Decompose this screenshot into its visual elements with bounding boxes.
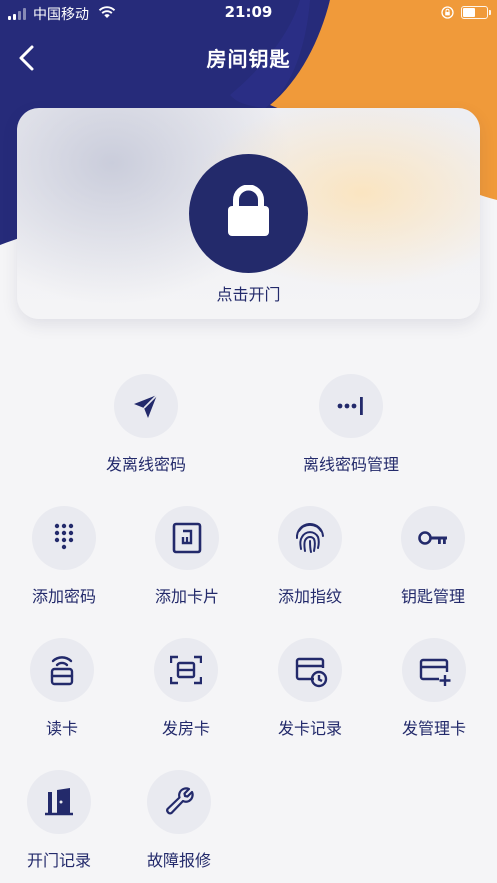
issue-card-records-label: 发卡记录	[277, 719, 342, 738]
door-icon	[45, 788, 73, 816]
page-title: 房间钥匙	[206, 47, 291, 71]
open-door-records-label: 开门记录	[26, 851, 91, 870]
issue-card-records-button[interactable]: 发卡记录	[255, 638, 365, 739]
lock-icon	[228, 185, 269, 236]
issue-room-card-button[interactable]: 发房卡	[131, 638, 241, 739]
card-history-icon	[295, 657, 328, 688]
rotation-lock-icon	[441, 6, 454, 19]
fingerprint-icon	[295, 523, 324, 553]
password-dots-icon	[337, 397, 363, 415]
card-add-icon	[419, 658, 451, 686]
status-bar: 中国移动 21:09	[0, 0, 497, 26]
offline-password-manage-label: 离线密码管理	[302, 455, 399, 474]
battery-level	[463, 8, 476, 17]
card-reader-icon	[50, 656, 74, 686]
issue-room-card-label: 发房卡	[161, 719, 210, 738]
scan-card-icon	[170, 655, 202, 685]
offline-password-manage-button[interactable]: 离线密码管理	[296, 374, 406, 475]
send-offline-password-button[interactable]: 发离线密码	[91, 374, 201, 475]
clock: 21:09	[224, 3, 273, 21]
send-offline-password-label: 发离线密码	[105, 455, 186, 474]
unlock-card: 点击开门	[17, 108, 480, 319]
add-password-button[interactable]: 添加密码	[9, 506, 119, 607]
add-fingerprint-button[interactable]: 添加指纹	[255, 506, 365, 607]
fault-repair-label: 故障报修	[146, 851, 211, 870]
fault-repair-button[interactable]: 故障报修	[124, 770, 234, 871]
keypad-icon	[54, 523, 74, 550]
open-door-records-button[interactable]: 开门记录	[4, 770, 114, 871]
issue-manage-card-label: 发管理卡	[401, 719, 466, 738]
read-card-label: 读卡	[45, 719, 78, 738]
add-password-label: 添加密码	[31, 587, 96, 606]
add-card-button[interactable]: 添加卡片	[132, 506, 242, 607]
add-card-label: 添加卡片	[154, 587, 219, 606]
key-manage-button[interactable]: 钥匙管理	[378, 506, 488, 607]
read-card-button[interactable]: 读卡	[7, 638, 117, 739]
battery-icon	[461, 6, 491, 19]
unlock-button[interactable]	[189, 154, 308, 273]
room-key-screen: 中国移动 21:09 房间钥匙 点击开门 发离线密码 离线密码管理 添加密码 添…	[0, 0, 497, 883]
unlock-label: 点击开门	[216, 285, 281, 304]
key-icon	[418, 531, 447, 545]
add-fingerprint-label: 添加指纹	[277, 587, 342, 606]
issue-manage-card-button[interactable]: 发管理卡	[379, 638, 489, 739]
key-manage-label: 钥匙管理	[400, 587, 465, 606]
wrench-icon	[166, 787, 194, 815]
send-icon	[134, 394, 158, 418]
card-chip-icon	[172, 522, 202, 554]
